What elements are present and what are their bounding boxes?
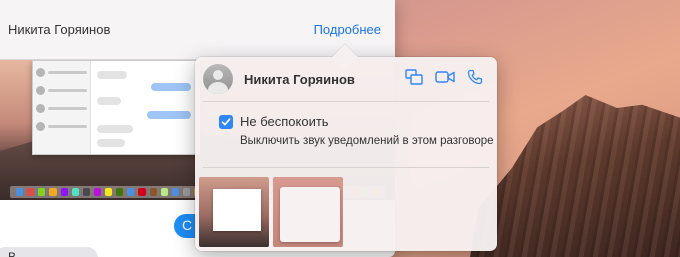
contact-actions xyxy=(405,69,483,85)
shared-screenshot-app-window xyxy=(32,60,200,155)
do-not-disturb-option[interactable]: Не беспокоить xyxy=(219,114,329,129)
popover-contact-name: Никита Горяинов xyxy=(244,71,355,87)
attachment-thumbnail[interactable] xyxy=(199,177,269,247)
do-not-disturb-label: Не беспокоить xyxy=(240,114,329,129)
checkmark-icon xyxy=(221,117,231,125)
phone-call-icon[interactable] xyxy=(467,69,483,85)
divider xyxy=(203,101,489,102)
received-message-bubble: В... xyxy=(0,247,98,257)
attachment-thumbnail[interactable] xyxy=(273,177,343,247)
video-call-icon[interactable] xyxy=(435,69,455,85)
details-popover: Никита Горяинов Не беспокоить Выключить … xyxy=(195,44,497,251)
conversation-contact-name: Никита Горяинов xyxy=(8,22,111,37)
popover-contact-row: Никита Горяинов xyxy=(195,57,497,101)
do-not-disturb-checkbox[interactable] xyxy=(219,114,233,129)
details-button[interactable]: Подробнее xyxy=(314,22,381,37)
screen-share-icon[interactable] xyxy=(405,69,423,85)
do-not-disturb-description: Выключить звук уведомлений в этом разгов… xyxy=(240,135,494,147)
avatar[interactable] xyxy=(203,64,233,94)
desktop-wallpaper xyxy=(470,95,680,257)
divider xyxy=(203,167,489,168)
conversation-header: Никита Горяинов Подробнее xyxy=(0,0,395,60)
attachments-gallery xyxy=(199,177,343,247)
